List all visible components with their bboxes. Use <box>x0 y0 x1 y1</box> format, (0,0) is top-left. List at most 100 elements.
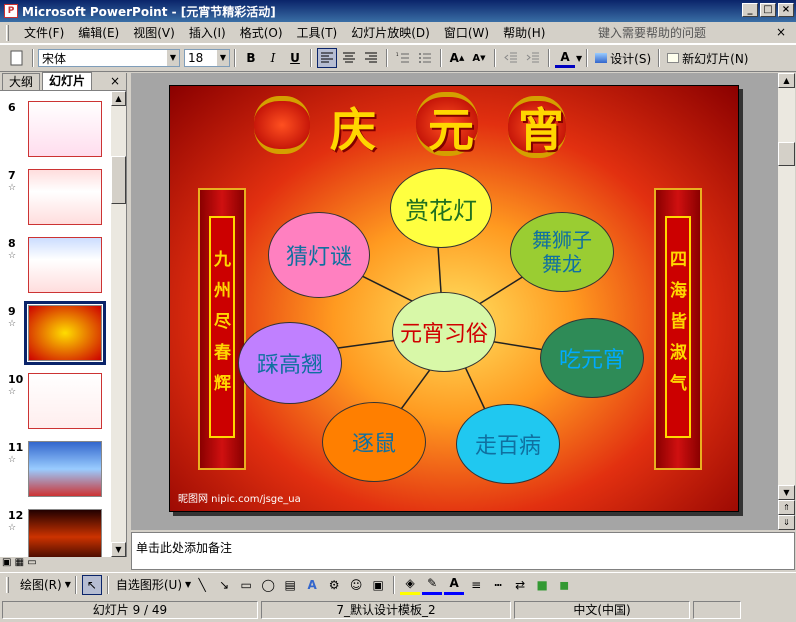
wordart-icon[interactable]: A <box>302 575 322 595</box>
notes-pane[interactable]: 单击此处添加备注 <box>131 532 795 570</box>
decrease-indent-icon[interactable] <box>501 48 521 68</box>
chevron-down-icon[interactable]: ▼ <box>217 50 229 66</box>
new-slide-button[interactable]: 新幻灯片(N) <box>665 48 750 68</box>
menu-tools[interactable]: 工具(T) <box>290 24 345 41</box>
dash-style-icon[interactable]: ┅ <box>488 575 508 595</box>
font-color-icon[interactable]: A <box>555 48 575 68</box>
font-size-combo[interactable]: 18 ▼ <box>184 49 230 67</box>
menu-format[interactable]: 格式(O) <box>233 24 290 41</box>
design-button[interactable]: 设计(S) <box>593 48 653 68</box>
notes-placeholder: 单击此处添加备注 <box>136 541 233 555</box>
minimize-button[interactable]: _ <box>742 3 758 17</box>
line-style-icon[interactable]: ≡ <box>466 575 486 595</box>
thumbnail-slide-8[interactable]: 8 ☆ <box>0 237 111 303</box>
chevron-down-icon[interactable]: ▼ <box>576 54 582 63</box>
font-name-combo[interactable]: 宋体 ▼ <box>38 49 180 67</box>
clipart-icon[interactable]: ☺ <box>346 575 366 595</box>
slideshow-view-icon[interactable]: ▭ <box>27 557 36 568</box>
picture-icon[interactable]: ▣ <box>368 575 388 595</box>
thumbnail-slide-9[interactable]: 9 ☆ <box>0 301 111 371</box>
new-slide-icon <box>667 53 680 63</box>
thumbnail-scrollbar[interactable]: ▲ ▼ <box>111 91 126 557</box>
custom-node-stilts[interactable]: 踩高翘 <box>238 322 342 404</box>
underline-button[interactable]: U <box>285 48 305 68</box>
scroll-up-icon[interactable]: ▲ <box>111 91 126 106</box>
normal-view-icon[interactable]: ▣ <box>2 557 11 568</box>
3d-icon[interactable]: ◼ <box>554 575 574 595</box>
maximize-button[interactable]: □ <box>760 3 776 17</box>
next-slide-icon[interactable]: ⇓ <box>778 515 795 530</box>
scroll-thumb[interactable] <box>111 156 126 204</box>
tab-slides[interactable]: 幻灯片 <box>42 72 93 90</box>
close-document-icon[interactable]: × <box>776 25 786 39</box>
increase-indent-icon[interactable] <box>523 48 543 68</box>
menu-help[interactable]: 帮助(H) <box>496 24 552 41</box>
diagram-icon[interactable]: ⚙ <box>324 575 344 595</box>
align-center-icon[interactable] <box>339 48 359 68</box>
thumbnail-slide-11[interactable]: 11 ☆ <box>0 441 111 507</box>
line-icon[interactable]: ╲ <box>192 575 212 595</box>
custom-node-lantern[interactable]: 赏花灯 <box>390 168 492 248</box>
powerpoint-app-icon[interactable]: P <box>4 4 18 18</box>
align-left-icon[interactable] <box>317 48 337 68</box>
thumbnail-slide-6[interactable]: 6 <box>0 101 111 167</box>
scroll-down-icon[interactable]: ▼ <box>778 485 795 500</box>
italic-button[interactable]: I <box>263 48 283 68</box>
oval-icon[interactable]: ◯ <box>258 575 278 595</box>
scroll-down-icon[interactable]: ▼ <box>111 542 126 557</box>
chevron-down-icon[interactable]: ▼ <box>167 50 179 66</box>
help-search-input[interactable]: 键入需要帮助的问题 <box>596 25 764 42</box>
align-right-icon[interactable] <box>361 48 381 68</box>
numbered-list-icon[interactable]: 1 <box>393 48 413 68</box>
arrow-style-icon[interactable]: ⇄ <box>510 575 530 595</box>
center-node-customs[interactable]: 元宵习俗 <box>392 292 496 372</box>
draw-menu-button[interactable]: 绘图(R) <box>18 575 64 595</box>
bullet-list-icon[interactable] <box>415 48 435 68</box>
thumbnail-slide-10[interactable]: 10 ☆ <box>0 373 111 439</box>
tab-outline[interactable]: 大纲 <box>2 73 41 90</box>
thumbnail-image <box>28 509 102 557</box>
chevron-down-icon[interactable]: ▼ <box>185 580 191 589</box>
shadow-icon[interactable]: ■ <box>532 575 552 595</box>
font-color-draw-icon[interactable]: A <box>444 575 465 595</box>
autoshapes-menu-button[interactable]: 自选图形(U) <box>114 575 184 595</box>
menu-slideshow[interactable]: 幻灯片放映(D) <box>344 24 437 41</box>
custom-node-riddles[interactable]: 猜灯谜 <box>268 212 370 298</box>
menu-window[interactable]: 窗口(W) <box>437 24 496 41</box>
bold-button[interactable]: B <box>241 48 261 68</box>
previous-slide-icon[interactable]: ⇑ <box>778 500 795 515</box>
menu-file[interactable]: 文件(F) <box>17 24 71 41</box>
slide-9[interactable]: 庆 元 宵 九州尽春辉 四海皆淑气 赏花灯 舞狮子舞龙 猜灯谜 元宵习俗 踩高翘… <box>169 85 739 512</box>
custom-node-yuanxiao[interactable]: 吃元宵 <box>540 318 644 398</box>
new-document-icon[interactable] <box>7 48 27 68</box>
decrease-font-size-icon[interactable]: A ▼ <box>469 48 489 68</box>
toolbar-grip[interactable] <box>6 24 9 41</box>
thumbnail-number: 12 <box>8 509 24 522</box>
scroll-up-icon[interactable]: ▲ <box>778 73 795 88</box>
thumbnail-slide-7[interactable]: 7 ☆ <box>0 169 111 235</box>
rectangle-icon[interactable]: ▭ <box>236 575 256 595</box>
menu-view[interactable]: 视图(V) <box>126 24 182 41</box>
increase-font-size-icon[interactable]: A ▲ <box>447 48 467 68</box>
thumbnail-slide-12[interactable]: 12 ☆ <box>0 509 111 557</box>
textbox-icon[interactable]: ▤ <box>280 575 300 595</box>
custom-node-walk[interactable]: 走百病 <box>456 404 560 484</box>
slide-scrollbar[interactable]: ▲ ▼ ⇑ ⇓ <box>778 73 795 530</box>
design-label: 设计(S) <box>610 51 652 66</box>
scroll-thumb[interactable] <box>778 142 795 166</box>
transition-star-icon: ☆ <box>8 319 17 329</box>
close-window-button[interactable]: × <box>778 3 794 17</box>
sorter-view-icon[interactable]: ▦ <box>15 557 24 568</box>
arrow-icon[interactable]: ↘ <box>214 575 234 595</box>
menu-edit[interactable]: 编辑(E) <box>71 24 126 41</box>
menu-insert[interactable]: 插入(I) <box>182 24 233 41</box>
chevron-down-icon[interactable]: ▼ <box>65 580 71 589</box>
thumbnail-image <box>28 441 102 497</box>
fill-color-icon[interactable]: ◈ <box>400 575 421 595</box>
status-language: 中文(中国) <box>514 601 690 619</box>
line-color-icon[interactable]: ✎ <box>422 575 443 595</box>
custom-node-dragon-dance[interactable]: 舞狮子舞龙 <box>510 212 614 292</box>
close-panel-icon[interactable]: × <box>110 74 120 88</box>
custom-node-chase-mice[interactable]: 逐鼠 <box>322 402 426 482</box>
select-pointer-icon[interactable]: ↖ <box>81 574 102 595</box>
